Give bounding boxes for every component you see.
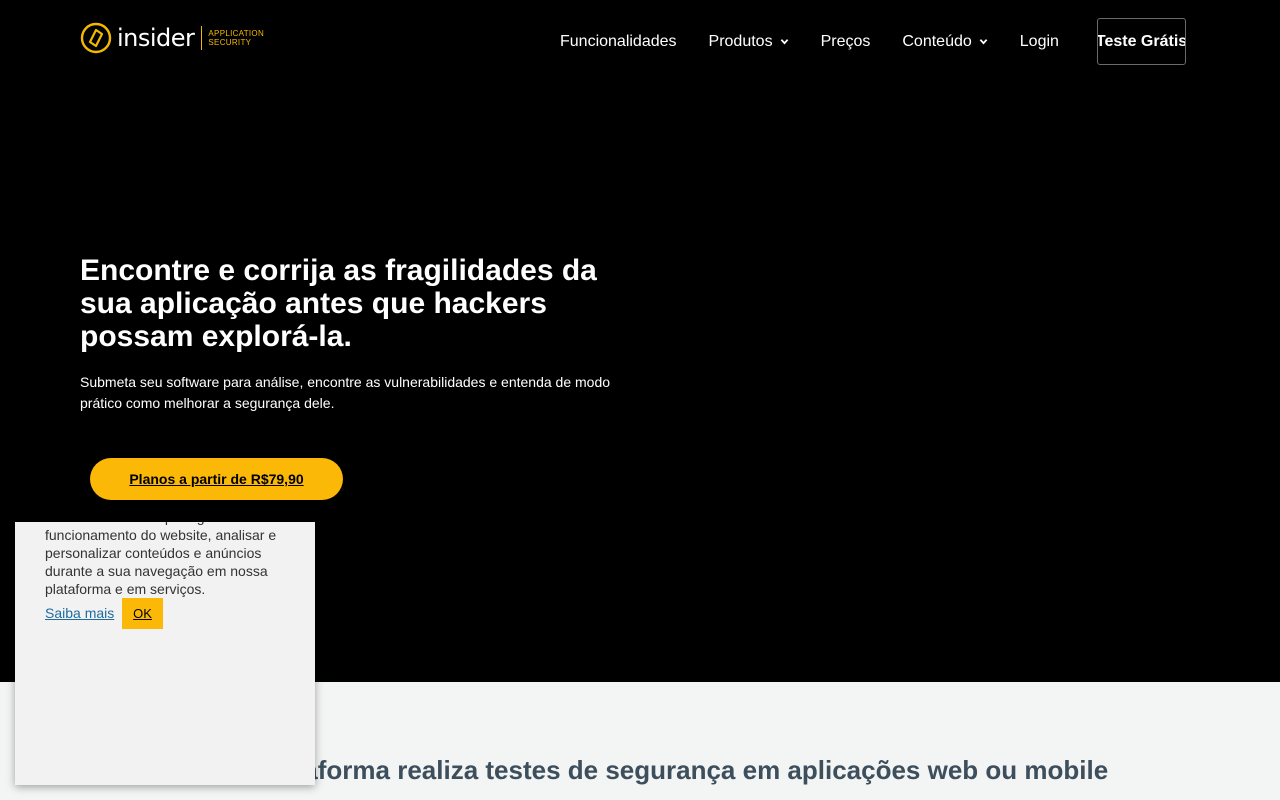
nav-item-produtos[interactable]: Produtos bbox=[709, 33, 789, 51]
nav-item-funcionalidades[interactable]: Funcionalidades bbox=[560, 33, 677, 51]
chevron-down-icon bbox=[780, 39, 788, 45]
nav-label: Produtos bbox=[708, 32, 773, 50]
main-nav: Funcionalidades Produtos Preços Conteúdo… bbox=[560, 18, 1059, 65]
cookie-learn-more-link[interactable]: Saiba mais bbox=[45, 605, 114, 621]
brand-sub-line1: APPLICATION bbox=[208, 29, 265, 38]
chevron-down-icon bbox=[979, 39, 988, 45]
brand-subtitle: APPLICATION SECURITY bbox=[208, 29, 264, 47]
brand-logo[interactable]: insider APPLICATION SECURITY bbox=[80, 21, 264, 55]
nav-label: Conteúdo bbox=[902, 32, 972, 50]
nav-item-precos[interactable]: Preços bbox=[821, 33, 871, 51]
brand-name: insider bbox=[117, 24, 195, 52]
cookie-ok-button[interactable]: OK bbox=[122, 598, 163, 629]
free-trial-button[interactable]: Teste Grátis bbox=[1097, 18, 1186, 65]
logo-divider bbox=[201, 26, 203, 50]
site-header: insider APPLICATION SECURITY Funcionalid… bbox=[0, 0, 1280, 82]
nav-label: Funcionalidades bbox=[560, 32, 677, 50]
hero-subtitle: Submeta seu software para análise, encon… bbox=[80, 374, 611, 411]
insider-logo-icon bbox=[80, 22, 112, 54]
nav-label: Preços bbox=[820, 32, 871, 50]
nav-item-conteudo[interactable]: Conteúdo bbox=[902, 32, 988, 51]
nav-label: Login bbox=[1019, 32, 1059, 50]
nav-item-login[interactable]: Login bbox=[1020, 33, 1059, 51]
cookie-banner-text: Utilizamos cookies para garantir o funci… bbox=[45, 522, 277, 597]
pricing-plans-button[interactable]: Planos a partir de R$79,90 bbox=[90, 458, 343, 500]
brand-sub-line2: SECURITY bbox=[208, 38, 252, 47]
cookie-banner: Utilizamos cookies para garantir o funci… bbox=[15, 522, 315, 785]
hero-title: Encontre e corrija as fragilidades da su… bbox=[80, 254, 597, 353]
